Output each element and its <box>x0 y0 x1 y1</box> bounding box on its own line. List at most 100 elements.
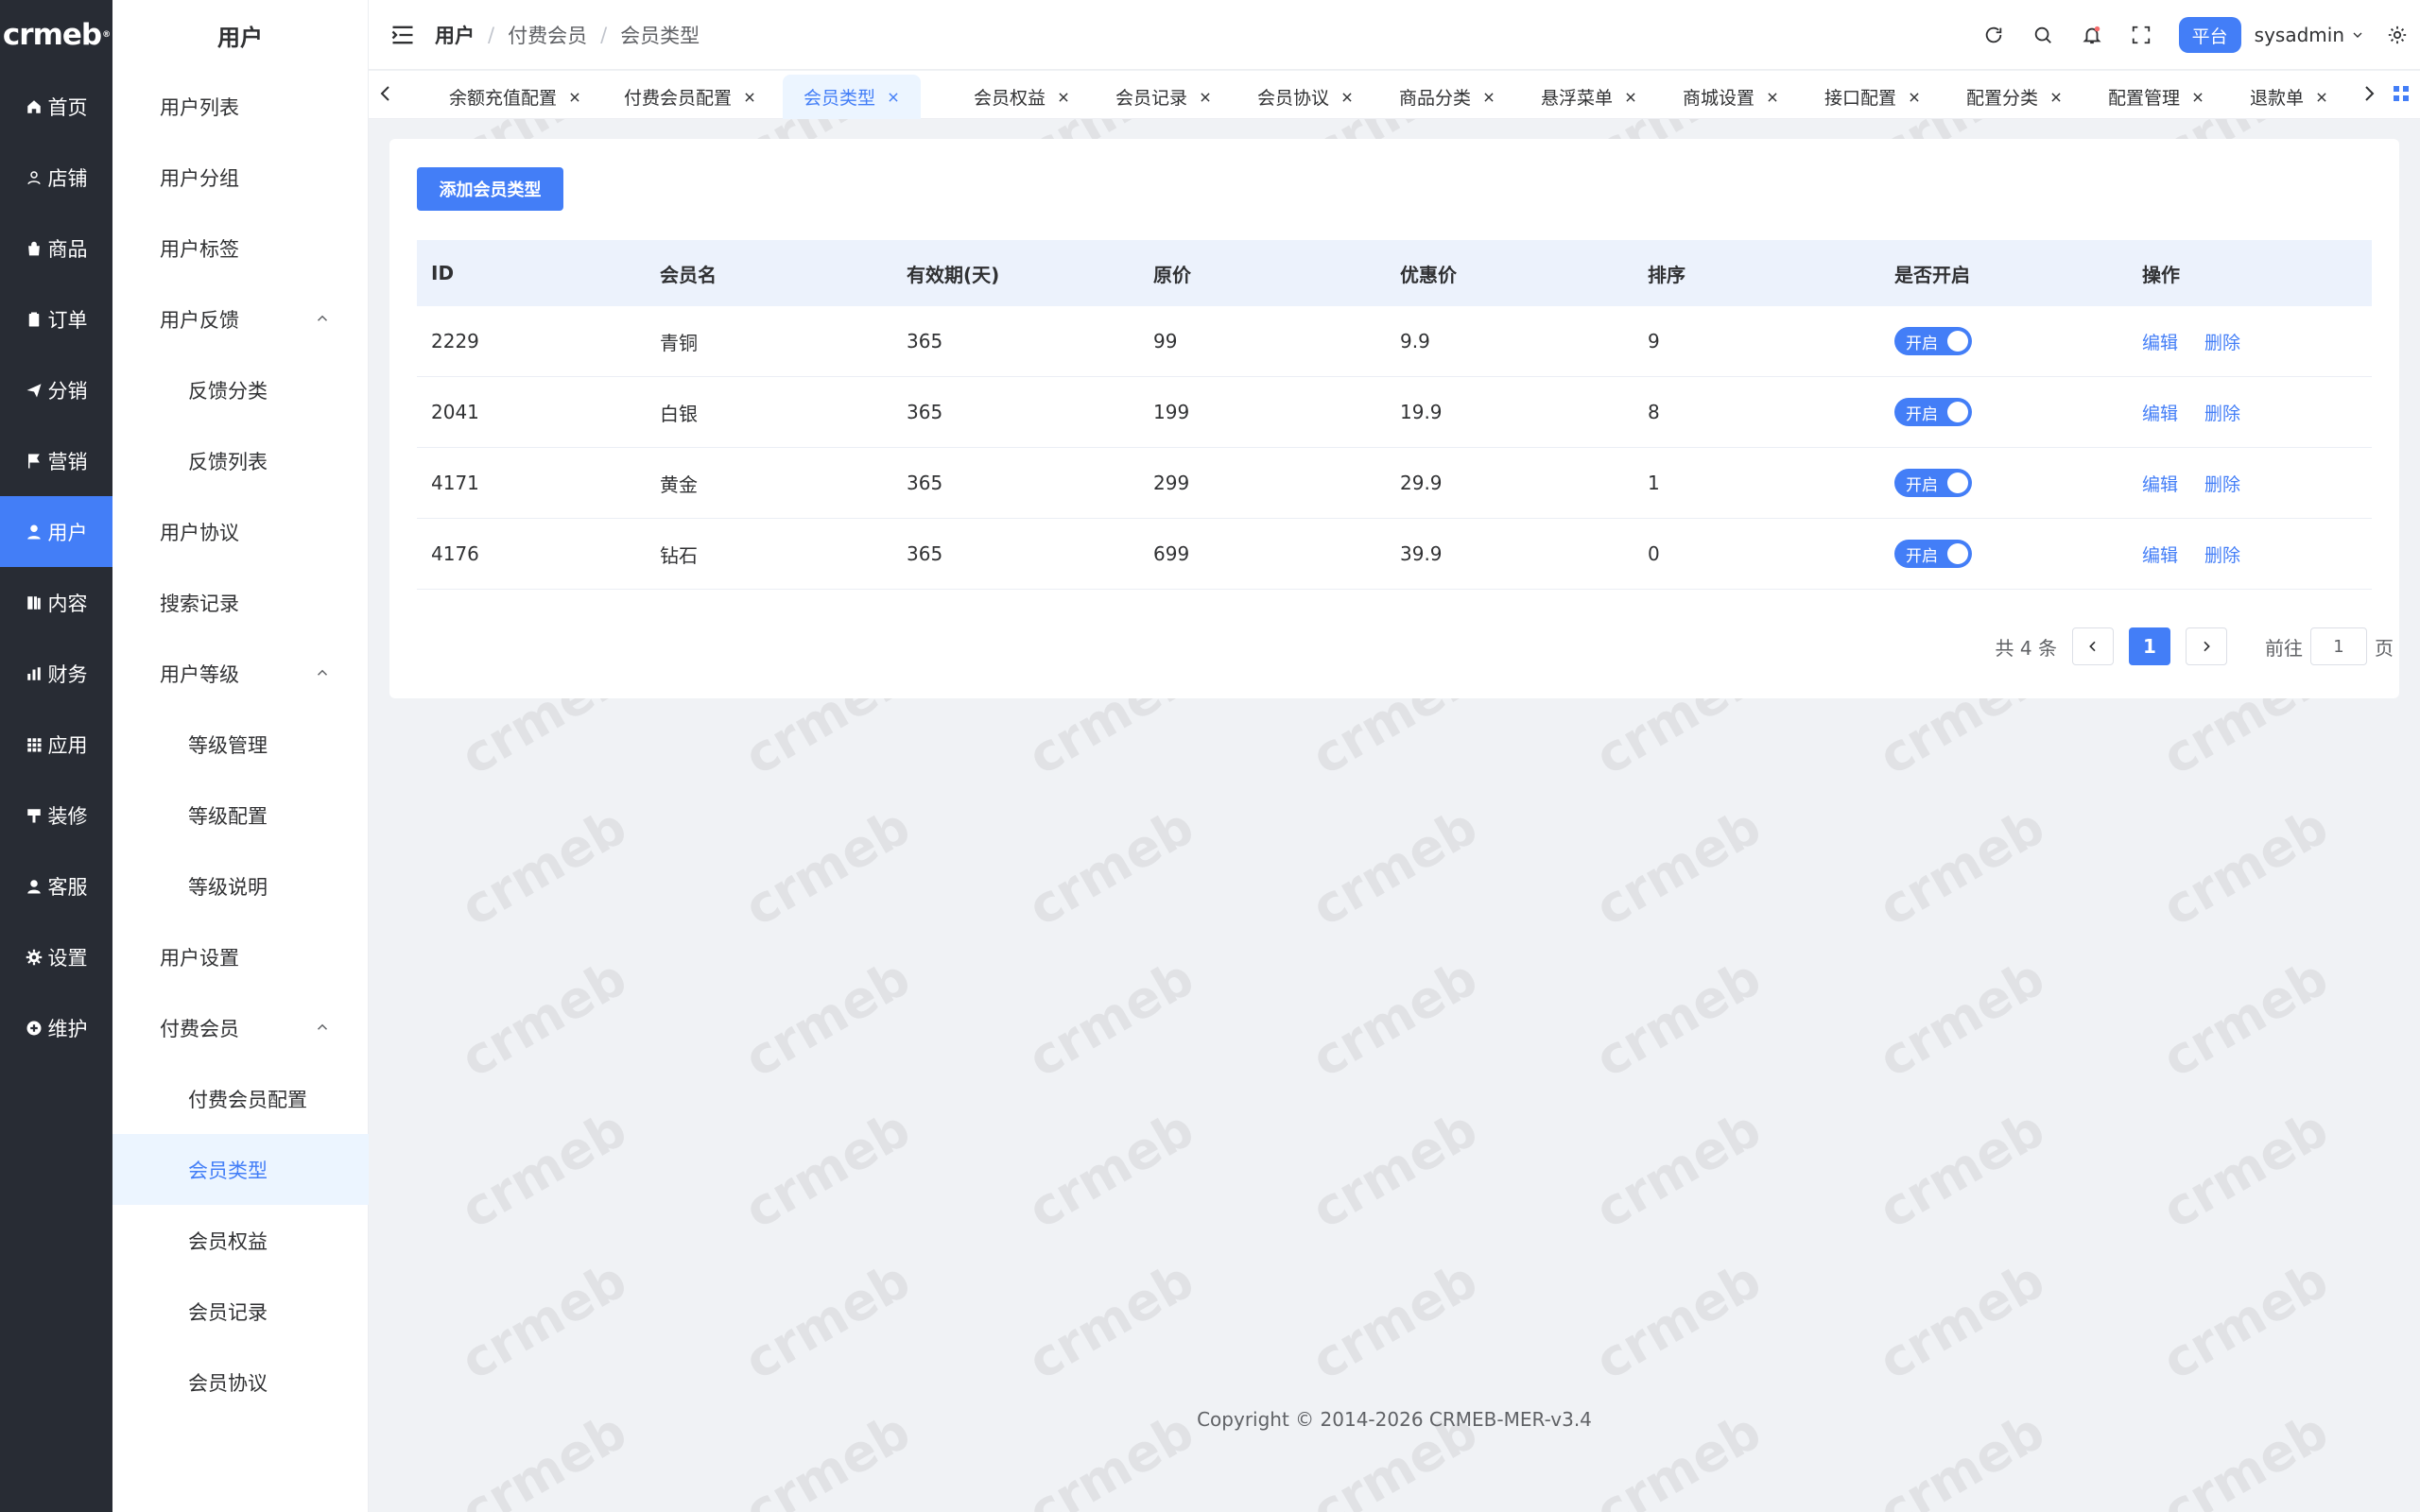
delete-link[interactable]: 删除 <box>2204 404 2240 424</box>
close-icon[interactable] <box>1908 91 1921 104</box>
home-icon <box>26 99 41 113</box>
submenu-item[interactable]: 会员权益 <box>112 1205 369 1276</box>
table-header: ID 会员名 有效期(天) 原价 优惠价 排序 是否开启 操作 <box>417 240 2372 306</box>
fullscreen-icon[interactable] <box>2130 24 2152 46</box>
submenu-item[interactable]: 会员记录 <box>112 1276 369 1347</box>
rail-item[interactable]: 用户 <box>0 496 112 567</box>
rail-item-label: 维护 <box>47 1017 88 1040</box>
rail-item[interactable]: 分销 <box>0 354 112 425</box>
tabs-scroll-left-icon[interactable] <box>374 82 397 105</box>
submenu-item-label: 用户列表 <box>160 95 239 119</box>
close-icon[interactable] <box>2191 91 2204 104</box>
close-icon[interactable] <box>1482 91 1495 104</box>
rail-item[interactable]: 客服 <box>0 850 112 921</box>
status-toggle[interactable]: 开启 <box>1894 327 1972 355</box>
pagination: 共 4 条 1 前往 页 <box>1996 627 2394 665</box>
tab[interactable]: 付费会员配置 <box>624 75 756 119</box>
rail-item[interactable]: 装修 <box>0 780 112 850</box>
close-icon[interactable] <box>1766 91 1779 104</box>
tab[interactable]: 会员类型 <box>783 75 922 119</box>
submenu-item[interactable]: 用户分组 <box>112 142 369 213</box>
submenu-item[interactable]: 付费会员配置 <box>112 1063 369 1134</box>
logo[interactable]: crmeb ® <box>0 0 112 70</box>
next-page-button[interactable] <box>2186 627 2227 665</box>
tab[interactable]: 会员记录 <box>1115 75 1212 119</box>
settings-icon[interactable] <box>2386 24 2409 46</box>
submenu-item[interactable]: 反馈列表 <box>112 425 369 496</box>
cell-days: 365 <box>907 472 943 494</box>
tab[interactable]: 悬浮菜单 <box>1541 75 1637 119</box>
edit-link[interactable]: 编辑 <box>2142 404 2178 424</box>
goto-page-input[interactable] <box>2310 627 2367 665</box>
tab[interactable]: 配置分类 <box>1966 75 2063 119</box>
submenu-item[interactable]: 用户设置 <box>112 921 369 992</box>
bell-icon[interactable] <box>2081 24 2103 46</box>
rail-item[interactable]: 设置 <box>0 921 112 992</box>
close-icon[interactable] <box>568 91 581 104</box>
close-icon[interactable] <box>2315 91 2328 104</box>
tab[interactable]: 商城设置 <box>1683 75 1779 119</box>
status-toggle[interactable]: 开启 <box>1894 540 1972 568</box>
submenu-item[interactable]: 用户协议 <box>112 496 369 567</box>
close-icon[interactable] <box>1057 91 1070 104</box>
platform-badge[interactable]: 平台 <box>2178 17 2241 53</box>
submenu-item-label: 等级说明 <box>188 875 268 899</box>
sub-menu: 用户 用户列表 用户分组 用户标签 用户反馈 反馈分类 反馈列表 用户协议 搜索记录 用户等级等… <box>112 0 369 1512</box>
status-toggle[interactable]: 开启 <box>1894 469 1972 497</box>
page-number-button[interactable]: 1 <box>2129 627 2170 665</box>
edit-link[interactable]: 编辑 <box>2142 474 2178 495</box>
delete-link[interactable]: 删除 <box>2204 333 2240 353</box>
tab[interactable]: 接口配置 <box>1824 75 1921 119</box>
submenu-item[interactable]: 用户标签 <box>112 213 369 284</box>
rail-item[interactable]: 首页 <box>0 71 112 142</box>
rail-item[interactable]: 维护 <box>0 992 112 1063</box>
submenu-item[interactable]: 等级说明 <box>112 850 369 921</box>
tab[interactable]: 会员权益 <box>974 75 1070 119</box>
tab[interactable]: 会员协议 <box>1257 75 1354 119</box>
tabs-menu-icon[interactable] <box>2390 82 2412 105</box>
tabs-scroll-right-icon[interactable] <box>2358 82 2380 105</box>
tab[interactable]: 配置管理 <box>2108 75 2204 119</box>
breadcrumb-item[interactable]: 用户 <box>435 21 475 49</box>
submenu-item[interactable]: 付费会员 <box>112 992 369 1063</box>
submenu-item[interactable]: 会员类型 <box>112 1134 369 1205</box>
rail-item[interactable]: 内容 <box>0 567 112 638</box>
close-icon[interactable] <box>887 91 900 104</box>
refresh-icon[interactable] <box>1982 24 2005 46</box>
collapse-menu-icon[interactable] <box>389 22 416 48</box>
delete-link[interactable]: 删除 <box>2204 545 2240 566</box>
rail-item[interactable]: 商品 <box>0 213 112 284</box>
close-icon[interactable] <box>2049 91 2063 104</box>
rail-item[interactable]: 订单 <box>0 284 112 354</box>
close-icon[interactable] <box>1199 91 1212 104</box>
submenu-item[interactable]: 用户列表 <box>112 71 369 142</box>
book-icon <box>26 595 41 610</box>
breadcrumb-item[interactable]: 付费会员 <box>508 21 587 49</box>
submenu-item[interactable]: 等级配置 <box>112 780 369 850</box>
submenu-item[interactable]: 用户反馈 <box>112 284 369 354</box>
rail-item[interactable]: 财务 <box>0 638 112 709</box>
add-member-type-button[interactable]: 添加会员类型 <box>417 167 563 211</box>
rail-item[interactable]: 应用 <box>0 709 112 780</box>
submenu-item[interactable]: 用户等级 <box>112 638 369 709</box>
clipboard-icon <box>28 312 39 326</box>
rail-item[interactable]: 店铺 <box>0 142 112 213</box>
tab[interactable]: 商品分类 <box>1399 75 1495 119</box>
close-icon[interactable] <box>1340 91 1354 104</box>
submenu-item[interactable]: 反馈分类 <box>112 354 369 425</box>
tab[interactable]: 退款单 <box>2250 75 2328 119</box>
edit-link[interactable]: 编辑 <box>2142 333 2178 353</box>
submenu-item[interactable]: 会员协议 <box>112 1347 369 1418</box>
submenu-item[interactable]: 等级管理 <box>112 709 369 780</box>
status-toggle[interactable]: 开启 <box>1894 398 1972 426</box>
tab[interactable]: 余额充值配置 <box>449 75 581 119</box>
search-icon[interactable] <box>2031 24 2054 46</box>
submenu-item[interactable]: 搜索记录 <box>112 567 369 638</box>
user-dropdown[interactable]: sysadmin <box>2255 24 2365 46</box>
rail-item[interactable]: 营销 <box>0 425 112 496</box>
delete-link[interactable]: 删除 <box>2204 474 2240 495</box>
close-icon[interactable] <box>743 91 756 104</box>
edit-link[interactable]: 编辑 <box>2142 545 2178 566</box>
close-icon[interactable] <box>1624 91 1637 104</box>
prev-page-button[interactable] <box>2072 627 2114 665</box>
